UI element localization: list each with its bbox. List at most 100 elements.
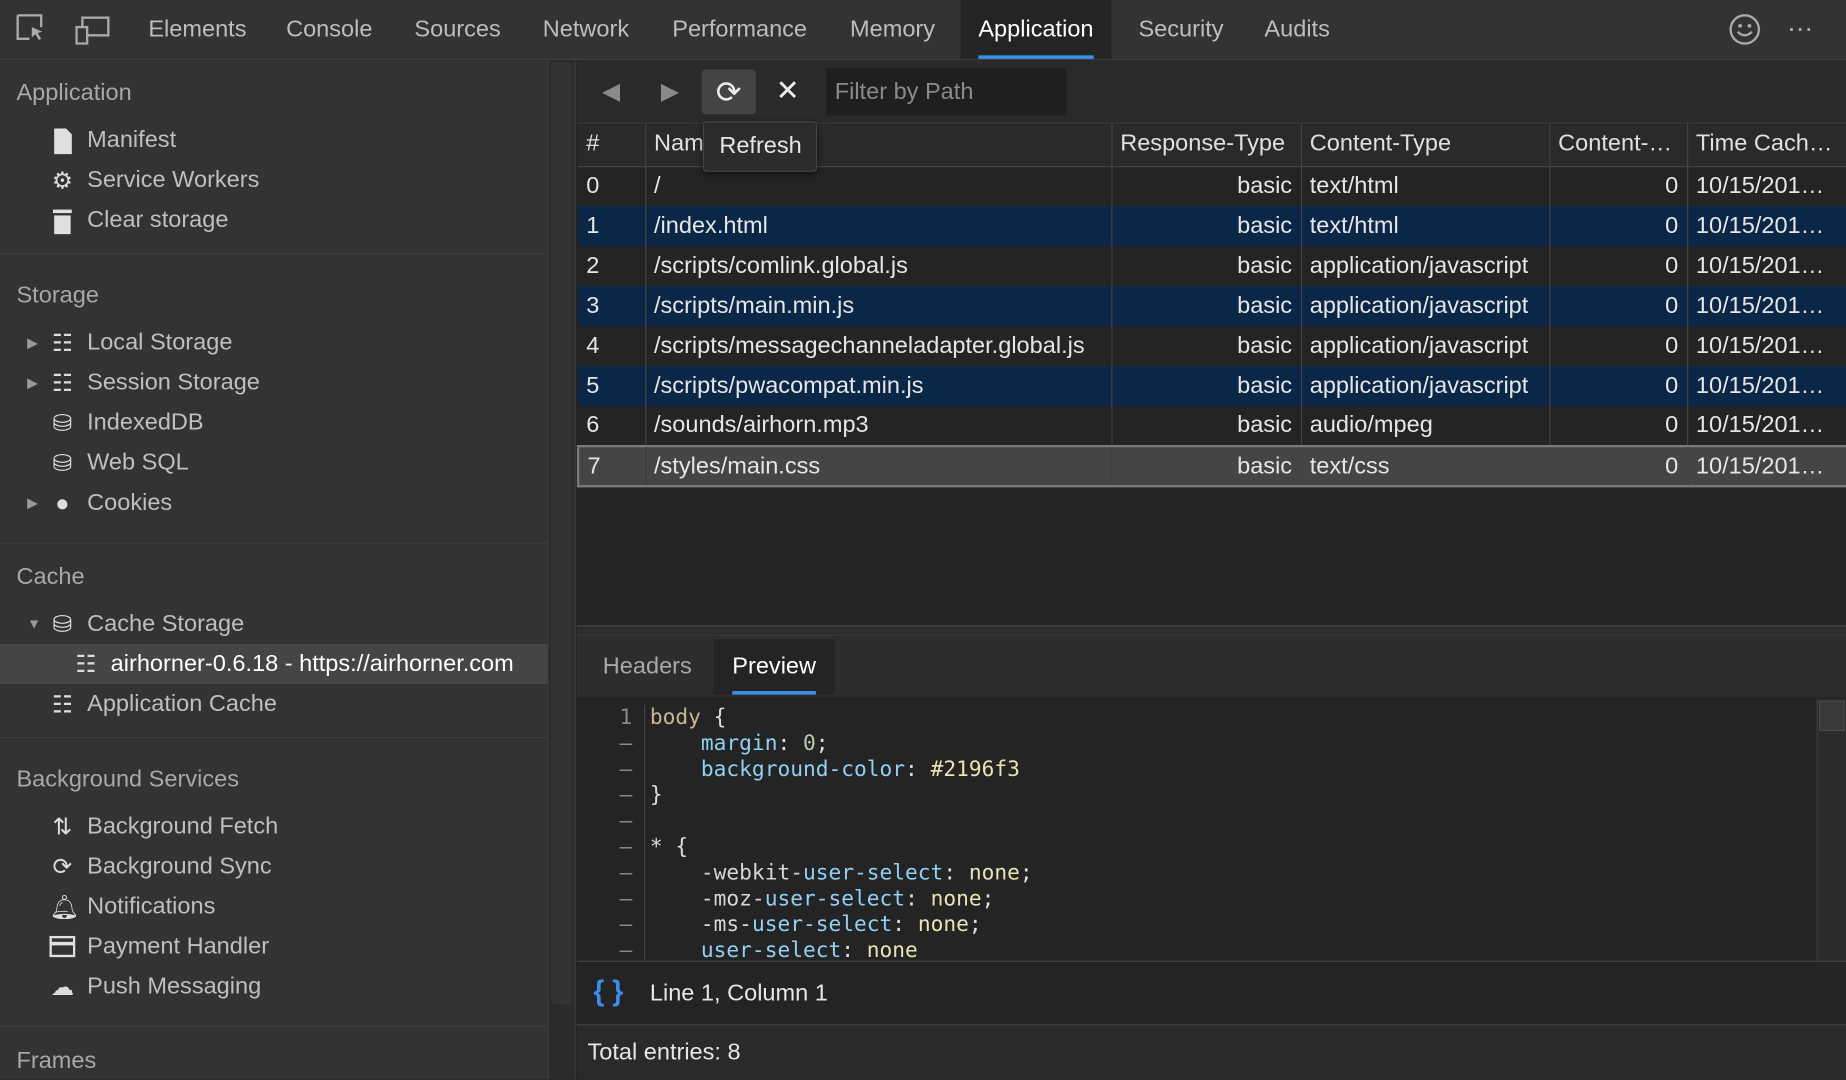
table-cell: 10/15/201…	[1687, 366, 1846, 407]
credit-card-icon	[49, 935, 76, 961]
sidebar-item-background-fetch[interactable]: ⇅ Background Fetch	[0, 806, 547, 846]
table-cell: 0	[1549, 326, 1688, 367]
table-cell: basic	[1111, 366, 1302, 407]
sidebar-item-label: Background Fetch	[87, 813, 279, 840]
table-cell: /scripts/messagechanneladapter.global.js	[645, 326, 1112, 367]
more-options-icon[interactable]: ⋯	[1787, 14, 1814, 45]
section-background-services: Background Services	[16, 766, 239, 793]
line-number: –	[577, 782, 646, 809]
previous-page-button[interactable]: ◀	[584, 69, 638, 114]
table-cell: text/css	[1300, 445, 1550, 488]
code-preview[interactable]: 1– – – – – – – – – body { margin: 0; background-…	[576, 698, 1817, 961]
total-entries: Total entries: 8	[576, 1025, 1846, 1080]
inspect-element-icon[interactable]	[16, 14, 47, 45]
sidebar-item-label: Push Messaging	[87, 973, 262, 1000]
table-cell: 6	[578, 406, 646, 447]
sidebar-item-cookies[interactable]: ▶ ● Cookies	[0, 483, 547, 523]
code-scrollbar[interactable]	[1816, 698, 1846, 961]
tab-security[interactable]: Security	[1121, 0, 1241, 59]
sidebar-item-service-workers[interactable]: ⚙ Service Workers	[0, 160, 547, 200]
tab-application[interactable]: Application	[960, 0, 1112, 59]
sidebar-item-application-cache[interactable]: ☷ Application Cache	[0, 684, 547, 724]
sidebar-item-label: Clear storage	[87, 207, 229, 234]
panel-splitter[interactable]	[576, 625, 1846, 636]
table-cell: 1	[578, 206, 646, 247]
sidebar-item-manifest[interactable]: Manifest	[0, 120, 547, 160]
feedback-smiley-icon[interactable]	[1728, 13, 1761, 46]
tab-network[interactable]: Network	[525, 0, 647, 59]
tab-console[interactable]: Console	[268, 0, 390, 59]
sidebar-item-indexeddb[interactable]: ⛁ IndexedDB	[0, 403, 547, 443]
table-row[interactable]: 3/scripts/main.min.js basic application/ja…	[578, 286, 1846, 327]
expand-arrow-icon[interactable]: ▶	[27, 483, 38, 523]
sidebar-item-background-sync[interactable]: ⟳ Background Sync	[0, 846, 547, 886]
table-cell: 10/15/201…	[1687, 206, 1846, 247]
sidebar-item-label: Web SQL	[87, 449, 189, 476]
table-icon: ☷	[51, 330, 73, 357]
pretty-print-icon[interactable]: { }	[593, 976, 623, 1009]
table-row[interactable]: 5/scripts/pwacompat.min.js basic applicati…	[578, 366, 1846, 407]
tab-memory[interactable]: Memory	[832, 0, 952, 59]
sidebar-item-payment-handler[interactable]: Payment Handler	[0, 927, 547, 967]
sidebar-item-label: IndexedDB	[87, 409, 204, 436]
table-cell: 0	[578, 165, 646, 207]
table-row[interactable]: 1/index.html basic text/html 0 10/15/201…	[578, 206, 1846, 247]
delete-selected-button[interactable]: ✕	[761, 69, 815, 114]
sidebar-item-notifications[interactable]: 🔔︎ Notifications	[0, 887, 547, 927]
sidebar-item-label: Application Cache	[87, 691, 277, 717]
next-page-button[interactable]: ▶	[643, 69, 697, 114]
table-cell: basic	[1111, 165, 1302, 207]
table-cell: basic	[1111, 445, 1302, 488]
tab-performance[interactable]: Performance	[655, 0, 825, 59]
table-row[interactable]: 6/sounds/airhorn.mp3 basic audio/mpeg 0 10/1…	[578, 406, 1846, 447]
bell-icon: 🔔︎	[49, 894, 80, 921]
table-cell: basic	[1111, 406, 1302, 447]
table-cell: /sounds/airhorn.mp3	[645, 406, 1112, 447]
sidebar-item-airhorner-cache[interactable]: ☷ airhorner-0.6.18 - https://airhorner.co…	[0, 643, 548, 685]
table-cell: application/javascript	[1300, 326, 1550, 367]
database-icon: ⛁	[52, 410, 73, 437]
tab-elements[interactable]: Elements	[131, 0, 264, 59]
table-cell: 10/15/201…	[1687, 445, 1846, 488]
code-line: -moz-user-select: none;	[649, 886, 995, 912]
code-line: }	[649, 782, 663, 808]
expand-arrow-icon[interactable]: ▶	[27, 363, 38, 403]
sidebar-item-web-sql[interactable]: ⛁ Web SQL	[0, 443, 547, 483]
tab-sources[interactable]: Sources	[397, 0, 519, 59]
refresh-button[interactable]: ⟳	[701, 69, 756, 115]
code-line: margin: 0;	[649, 731, 829, 756]
column-header[interactable]: Content-…	[1549, 123, 1688, 167]
table-row[interactable]: 4/scripts/messagechanneladapter.global.j…	[578, 326, 1846, 367]
sidebar-item-session-storage[interactable]: ▶ ☷ Session Storage	[0, 363, 547, 403]
table-row[interactable]: 0/basic text/html 0 10/15/201…	[578, 165, 1846, 207]
sidebar-item-cache-storage[interactable]: ▼ ⛁ Cache Storage	[0, 604, 547, 644]
sidebar-scrollbar[interactable]	[547, 60, 576, 1080]
table-cell: 5	[578, 366, 646, 407]
tab-headers[interactable]: Headers	[584, 639, 711, 694]
devtools-tab-bar: Elements Console Sources Network Perform…	[0, 0, 1846, 61]
table-cell: 3	[578, 286, 646, 327]
sidebar-item-clear-storage[interactable]: Clear storage	[0, 200, 547, 240]
collapse-arrow-icon[interactable]: ▼	[27, 604, 41, 644]
column-header[interactable]: Response-Type	[1111, 123, 1302, 167]
sidebar-item-push-messaging[interactable]: ☁ Push Messaging	[0, 967, 547, 1007]
line-number: –	[577, 731, 646, 758]
table-cell: /scripts/pwacompat.min.js	[645, 366, 1112, 407]
tab-preview[interactable]: Preview	[713, 639, 835, 695]
database-icon: ⛁	[52, 450, 73, 477]
table-cell: 0	[1549, 165, 1688, 207]
column-header[interactable]: Time Cach…	[1687, 123, 1846, 167]
tab-audits[interactable]: Audits	[1247, 0, 1348, 59]
up-down-arrows-icon: ⇅	[52, 814, 73, 841]
device-toolbar-icon[interactable]	[75, 16, 110, 45]
column-header[interactable]: Content-Type	[1300, 123, 1550, 167]
filter-by-path-input[interactable]	[826, 68, 1067, 116]
table-cell: /index.html	[645, 206, 1112, 247]
sidebar-item-label: airhorner-0.6.18 - https://airhorner.com	[110, 651, 514, 677]
table-row[interactable]: 2/scripts/comlink.global.js basic applicat…	[578, 246, 1846, 287]
expand-arrow-icon[interactable]: ▶	[27, 323, 38, 363]
table-row[interactable]: 7/styles/main.css basic text/css 0 10/15/201…	[576, 445, 1846, 488]
column-header[interactable]: #	[578, 123, 646, 167]
sidebar-item-local-storage[interactable]: ▶ ☷ Local Storage	[0, 323, 547, 363]
file-icon	[49, 128, 75, 155]
